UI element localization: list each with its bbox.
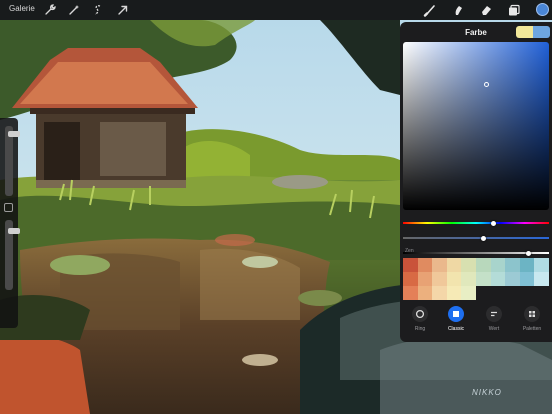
tab-classic[interactable]: Classic [442,304,470,342]
palette-swatch[interactable] [461,272,476,286]
current-previous-color[interactable] [516,26,550,38]
opacity-slider[interactable] [5,220,20,290]
top-toolbar: Galerie [0,0,552,20]
palette-swatch[interactable] [446,272,462,286]
palette-swatch[interactable] [403,272,418,286]
palette-swatch[interactable] [519,286,535,300]
palette-swatch[interactable] [432,272,447,286]
palette-swatch[interactable] [534,286,549,300]
palette-swatch[interactable] [461,258,476,272]
tab-palettes[interactable]: Paletten [518,304,546,342]
tab-ring[interactable]: Ring [406,304,434,342]
opacity-handle[interactable] [8,227,20,234]
palette-swatch[interactable] [403,258,418,272]
palette-swatch[interactable] [505,286,520,300]
palette-swatch[interactable] [476,272,491,286]
smudge-icon[interactable] [451,3,465,17]
transform-arrow-icon[interactable] [116,3,130,17]
ring-icon [412,306,428,322]
palette-swatch[interactable] [417,286,433,300]
palette-swatch[interactable] [476,286,491,300]
magic-wand-icon[interactable] [67,3,81,17]
tab-palettes-label: Paletten [522,326,542,332]
brightness-slider[interactable] [403,250,549,256]
palette-swatch[interactable] [476,258,491,272]
palette-swatch[interactable] [417,272,433,286]
saturation-slider[interactable] [403,235,549,241]
palette-swatch[interactable] [446,258,462,272]
color-square[interactable] [403,42,549,210]
tab-ring-label: Ring [414,326,426,332]
tab-value[interactable]: Wert [480,304,508,342]
palette-swatch[interactable] [505,272,520,286]
current-color-swatch[interactable] [516,26,533,38]
palette-swatch[interactable] [461,286,476,300]
hue-slider[interactable] [403,220,549,226]
hue-knob[interactable] [491,220,497,226]
palette-swatch[interactable] [519,258,535,272]
eraser-icon[interactable] [479,3,493,17]
saturation-knob[interactable] [480,235,486,241]
value-icon [486,306,502,322]
brush-size-slider[interactable] [5,126,20,196]
tab-classic-label: Classic [447,326,465,332]
palette-swatch[interactable] [490,286,506,300]
palettes-icon [524,306,540,322]
palette-swatch[interactable] [403,286,418,300]
wrench-icon[interactable] [43,3,57,17]
modify-button[interactable] [4,203,13,212]
palette-swatch[interactable] [505,258,520,272]
palette-swatch[interactable] [490,258,506,272]
selection-icon[interactable] [91,3,105,17]
current-color-button[interactable] [536,3,549,16]
brush-icon[interactable] [423,3,437,17]
classic-icon [448,306,464,322]
color-mode-tabs: Ring Classic Wert Paletten [400,304,552,342]
previous-color-swatch[interactable] [533,26,550,38]
gallery-button[interactable]: Galerie [9,4,35,13]
color-panel: Farbe Zen Ring Classic Wert Paletten [400,22,552,342]
brightness-knob[interactable] [526,250,532,256]
left-sidebar [0,118,20,328]
palette-name: Zen [405,248,414,254]
palette-swatch[interactable] [490,272,506,286]
artist-signature: NIKKO [472,388,502,397]
color-palette [403,258,549,300]
tab-value-label: Wert [488,326,500,332]
brush-size-handle[interactable] [8,131,20,138]
palette-swatch[interactable] [417,258,433,272]
palette-swatch[interactable] [534,258,549,272]
palette-swatch[interactable] [432,258,447,272]
palette-swatch[interactable] [519,272,535,286]
palette-swatch[interactable] [432,286,447,300]
layers-icon[interactable] [507,3,521,17]
color-square-knob[interactable] [484,82,489,87]
palette-swatch[interactable] [534,272,549,286]
palette-swatch[interactable] [446,286,462,300]
